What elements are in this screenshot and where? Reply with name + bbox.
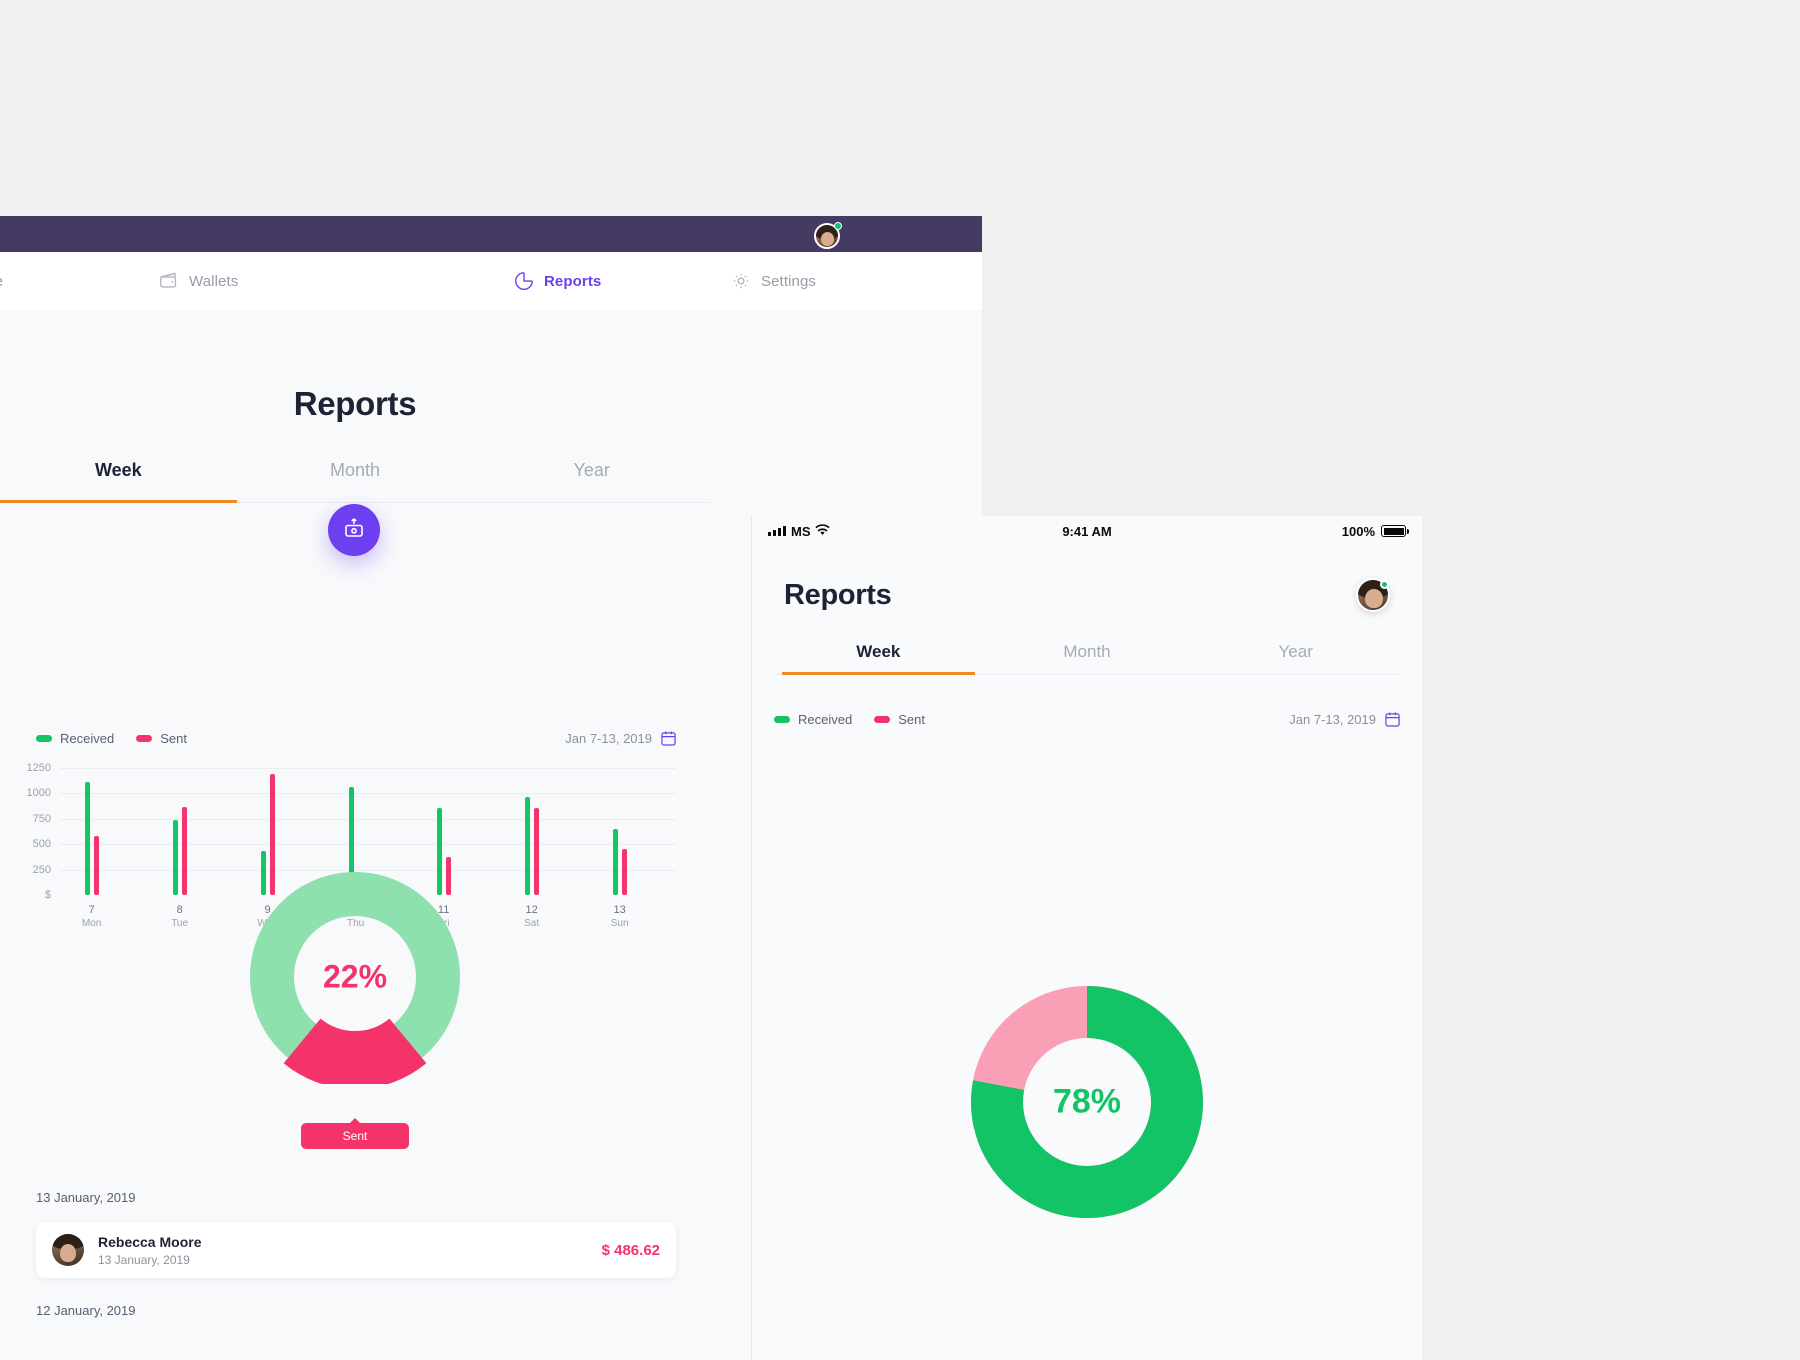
page-title: Reports xyxy=(293,385,417,422)
screen-root: me Wallets Reports xyxy=(0,0,1800,1360)
legend-label: Received xyxy=(798,711,853,727)
avatar-face xyxy=(1365,589,1383,608)
nav-item-label: Wallets xyxy=(189,272,239,290)
mobile-status-bar: MS 9:41 AM 100% xyxy=(752,516,1422,546)
tab-label: Month xyxy=(329,460,381,480)
legend-swatch-received xyxy=(774,715,790,723)
wallet-icon xyxy=(158,270,180,292)
tab-week[interactable]: Week xyxy=(774,638,983,675)
nav-item-label: Reports xyxy=(544,272,602,290)
legend-item-sent: Sent xyxy=(874,712,925,727)
legend-item-sent: Sent xyxy=(136,731,187,746)
donut-center-label: 22% xyxy=(322,958,388,995)
tab-label: Week xyxy=(94,460,142,480)
transaction-name: Rebecca Moore xyxy=(98,1233,202,1250)
tab-week[interactable]: Week xyxy=(0,450,237,503)
gridline xyxy=(60,844,676,846)
calendar-icon xyxy=(1385,711,1400,727)
avatar[interactable] xyxy=(1356,578,1390,612)
y-axis-tick: 500 xyxy=(32,838,51,851)
transaction-amount: $ 486.62 xyxy=(601,1241,660,1259)
desktop-navbar: me Wallets Reports xyxy=(0,252,982,310)
tab-label: Year xyxy=(1278,642,1313,661)
online-status-dot xyxy=(834,222,842,230)
gridline xyxy=(60,793,676,795)
period-tabs: Week Month Year xyxy=(0,450,710,503)
transaction-group-date-next: 12 January, 2019 xyxy=(36,1303,136,1318)
date-range-picker[interactable]: Jan 7-13, 2019 xyxy=(1289,711,1400,727)
nav-item-settings[interactable]: Settings xyxy=(730,270,816,292)
avatar-face xyxy=(821,232,834,246)
gear-icon xyxy=(730,270,752,292)
donut-chart-mobile: 78% xyxy=(752,976,1422,1360)
legend-label: Received xyxy=(60,730,115,746)
tab-year[interactable]: Year xyxy=(1191,638,1400,674)
donut-chart-desktop: 22% Sent xyxy=(0,870,710,1149)
date-range-label: Jan 7-13, 2019 xyxy=(1289,711,1376,727)
legend-swatch-sent xyxy=(136,734,153,742)
tab-label: Month xyxy=(1063,642,1111,661)
tab-label: Week xyxy=(856,642,901,661)
nav-item-label: me xyxy=(0,273,3,290)
legend-item-received: Received xyxy=(774,712,852,727)
nav-item-wallets[interactable]: Wallets xyxy=(158,270,238,292)
legend-item-received: Received xyxy=(36,731,114,746)
online-status-dot xyxy=(1380,580,1389,589)
chart-header: Received Sent Jan 7-13, 2019 xyxy=(36,730,676,746)
nav-item-label: Settings xyxy=(761,272,816,290)
contact-avatar xyxy=(52,1234,84,1266)
tab-label: Year xyxy=(573,460,610,480)
battery-icon xyxy=(1381,525,1409,537)
table-row[interactable]: Rebecca Moore 13 January, 2019 $ 486.62 xyxy=(36,1222,676,1278)
gridline xyxy=(60,818,676,820)
send-money-icon xyxy=(342,516,366,545)
transaction-date: 13 January, 2019 xyxy=(98,1252,190,1267)
period-tabs: Week Month Year xyxy=(774,638,1400,675)
legend-swatch-received xyxy=(36,734,52,742)
donut-center-label: 78% xyxy=(1052,1082,1122,1121)
mobile-window: MS 9:41 AM 100% Reports Week Month Year … xyxy=(752,516,1422,1360)
y-axis-tick: 750 xyxy=(32,812,51,825)
tab-year[interactable]: Year xyxy=(473,450,710,502)
tab-month[interactable]: Month xyxy=(237,450,474,502)
date-range-picker[interactable]: Jan 7-13, 2019 xyxy=(565,730,676,746)
status-time: 9:41 AM xyxy=(1062,523,1112,539)
nav-item-reports[interactable]: Reports xyxy=(513,270,601,292)
y-axis-tick: 1000 xyxy=(26,787,51,800)
transactions-section: 13 January, 2019 Rebecca Moore 13 Januar… xyxy=(36,1190,676,1318)
donut-sent-badge[interactable]: Sent xyxy=(301,1118,409,1149)
date-range-label: Jan 7-13, 2019 xyxy=(565,730,652,746)
legend-swatch-sent xyxy=(874,715,891,723)
mobile-header: Reports xyxy=(752,546,1422,612)
tab-month[interactable]: Month xyxy=(983,638,1192,674)
calendar-icon xyxy=(661,730,676,746)
chart-legend: Received Sent xyxy=(36,731,187,746)
legend-label: Sent xyxy=(160,730,187,746)
pie-chart-icon xyxy=(513,270,535,292)
nav-item-home[interactable]: me xyxy=(0,273,3,290)
transaction-group-date: 13 January, 2019 xyxy=(36,1190,136,1205)
legend-label: Sent xyxy=(898,711,925,727)
gridline xyxy=(60,768,676,769)
page-title: Reports xyxy=(784,578,892,611)
donut-sent-badge-label: Sent xyxy=(342,1129,368,1143)
send-money-button[interactable] xyxy=(328,504,380,556)
chart-header: Received Sent Jan 7-13, 2019 xyxy=(774,711,1400,727)
chart-legend: Received Sent xyxy=(774,712,925,727)
y-axis-tick: 1250 xyxy=(26,762,51,774)
